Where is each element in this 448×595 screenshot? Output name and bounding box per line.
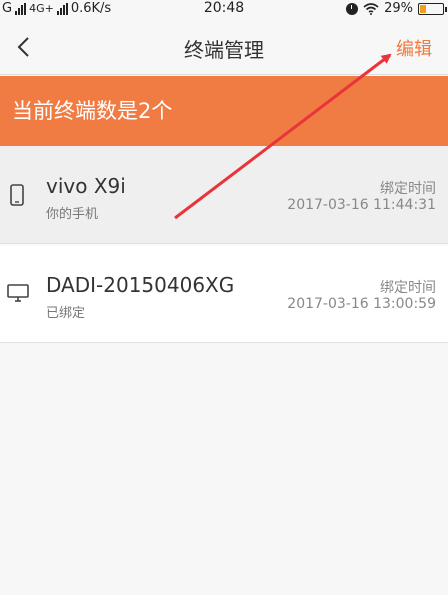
edit-button[interactable]: 编辑 [396, 35, 432, 61]
device-name: vivo X9i [46, 174, 126, 198]
monitor-icon [7, 284, 29, 302]
wifi-icon [363, 2, 379, 15]
battery-percent: 29% [384, 1, 413, 16]
status-bar: G 4G+ 0.6K/s 20:48 29% [0, 0, 448, 20]
nav-bar: 终端管理 编辑 [0, 20, 448, 75]
device-subtitle: 你的手机 [46, 207, 99, 222]
device-row-phone[interactable]: vivo X9i 你的手机 绑定时间 2017-03-16 11:44:31 [0, 146, 448, 244]
status-right: 29% [346, 1, 447, 16]
bind-time-value: 2017-03-16 13:00:59 [287, 296, 436, 312]
alarm-icon [346, 2, 359, 15]
battery-level [420, 4, 426, 13]
battery-icon [418, 2, 447, 15]
device-row-computer[interactable]: DADI-20150406XG 已绑定 绑定时间 2017-03-16 13:0… [0, 245, 448, 343]
device-name: DADI-20150406XG [46, 273, 235, 297]
device-count-banner: 当前终端数是2个 [0, 76, 448, 146]
device-subtitle: 已绑定 [46, 306, 86, 321]
page-title: 终端管理 [184, 38, 264, 62]
bind-time-label: 绑定时间 [380, 181, 436, 197]
phone-icon [10, 184, 24, 206]
bind-time-value: 2017-03-16 11:44:31 [287, 197, 436, 213]
bind-time-label: 绑定时间 [380, 280, 436, 296]
